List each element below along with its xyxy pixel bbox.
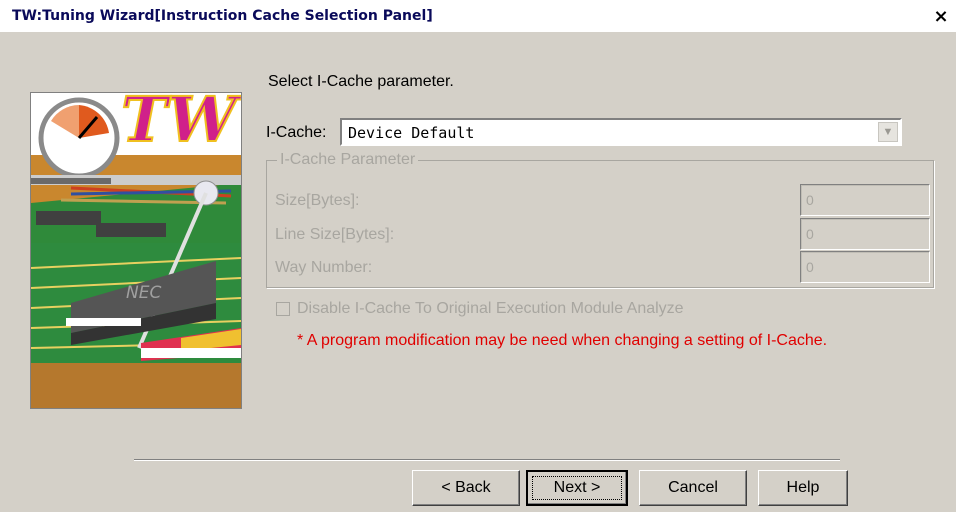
warning-text: * A program modification may be need whe…	[297, 332, 828, 349]
icache-select[interactable]: Device Default ▼	[340, 118, 902, 146]
help-button[interactable]: Help	[758, 470, 848, 506]
size-label: Size[Bytes]:	[275, 192, 360, 209]
line-size-value: 0	[806, 226, 814, 242]
icache-select-value: Device Default	[348, 124, 475, 142]
line-size-label: Line Size[Bytes]:	[275, 226, 395, 243]
way-number-field[interactable]: 0	[800, 251, 930, 283]
icache-parameter-group-title: I-Cache Parameter	[277, 151, 419, 169]
button-separator	[134, 459, 840, 461]
wizard-image-title: TW	[121, 93, 241, 156]
cancel-button[interactable]: Cancel	[639, 470, 747, 506]
size-field[interactable]: 0	[800, 184, 930, 216]
panel-heading: Select I-Cache parameter.	[268, 73, 454, 90]
disable-icache-label[interactable]: Disable I-Cache To Original Execution Mo…	[297, 300, 684, 318]
size-value: 0	[806, 192, 814, 208]
way-number-label: Way Number:	[275, 259, 373, 276]
back-button[interactable]: < Back	[412, 470, 520, 506]
window-title: TW:Tuning Wizard[Instruction Cache Selec…	[12, 8, 433, 24]
way-number-value: 0	[806, 259, 814, 275]
disable-icache-checkbox[interactable]	[276, 302, 290, 316]
wizard-illustration-graphic: TW NEC	[31, 93, 241, 408]
chevron-down-icon[interactable]: ▼	[878, 122, 898, 142]
title-bar: TW:Tuning Wizard[Instruction Cache Selec…	[0, 0, 956, 32]
next-button[interactable]: Next >	[526, 470, 628, 506]
close-icon[interactable]: ×	[930, 6, 952, 28]
line-size-field[interactable]: 0	[800, 218, 930, 250]
icache-label: I-Cache:	[266, 124, 327, 141]
wizard-illustration: TW NEC	[30, 92, 242, 409]
chip-label: NEC	[126, 283, 161, 303]
